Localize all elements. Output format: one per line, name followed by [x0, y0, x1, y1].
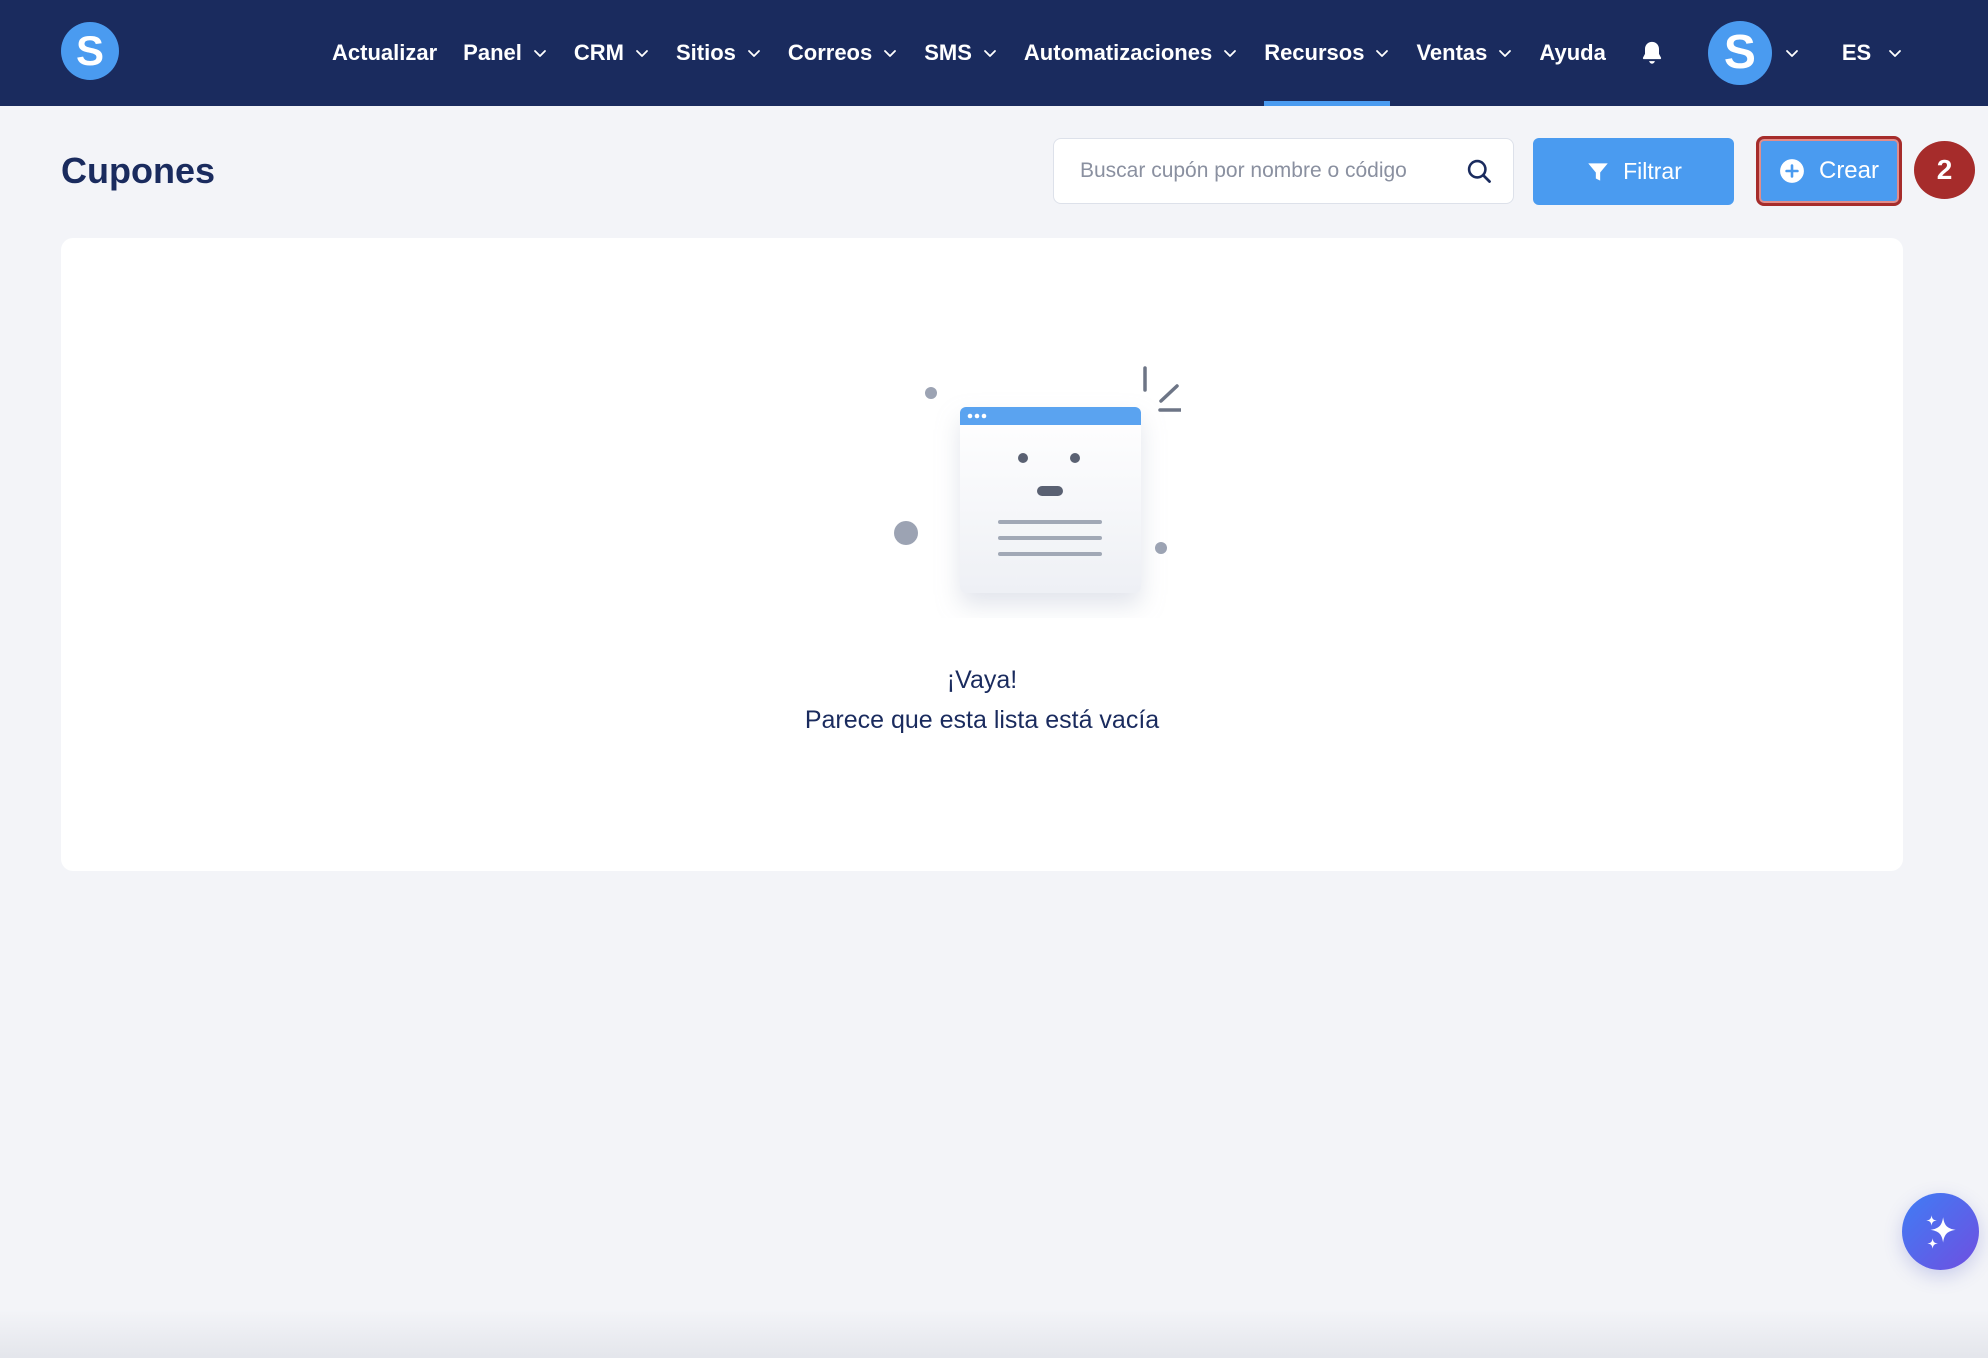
- bottom-shadow: [0, 1310, 1988, 1358]
- search-box: [1053, 138, 1514, 204]
- chevron-down-icon: [1376, 50, 1389, 57]
- chevron-down-icon: [1785, 50, 1798, 57]
- nav-item-label: Recursos: [1264, 40, 1365, 65]
- empty-state-title: ¡Vaya!: [946, 666, 1018, 694]
- create-button-label: Crear: [1818, 157, 1879, 184]
- filter-button-label: Filtrar: [1623, 158, 1682, 184]
- nav-item-label: Panel: [463, 40, 522, 65]
- sparkles-icon: [1925, 1214, 1956, 1249]
- main-menu: Actualizar Panel CRM Sitios Correos SMS …: [332, 0, 1903, 106]
- create-button[interactable]: Crear: [1756, 136, 1902, 206]
- nav-item-label: Ayuda: [1539, 40, 1606, 65]
- nav-item-label: Actualizar: [332, 40, 438, 65]
- nav-item-label: CRM: [573, 40, 624, 65]
- search-icon[interactable]: [1465, 157, 1493, 185]
- nav-item-ayuda[interactable]: Ayuda: [1539, 0, 1605, 106]
- nav-item-label: SMS: [924, 40, 972, 65]
- avatar-letter: S: [1723, 26, 1756, 79]
- bell-icon[interactable]: [1638, 39, 1666, 67]
- search-input[interactable]: [1080, 159, 1465, 183]
- empty-list-illustration: [894, 366, 1181, 593]
- plus-circle-icon: [1780, 159, 1804, 183]
- ai-assistant-button[interactable]: [1902, 1193, 1979, 1270]
- nav-item-label: Correos: [787, 40, 873, 65]
- chevron-down-icon: [533, 50, 546, 57]
- nav-item-label: Sitios: [675, 40, 736, 65]
- chevron-down-icon: [1889, 50, 1902, 57]
- page-title: Cupones: [61, 150, 216, 191]
- chevron-down-icon: [1224, 50, 1237, 57]
- chevron-down-icon: [1499, 50, 1512, 57]
- chevron-down-icon: [747, 50, 760, 57]
- filter-icon: [1588, 162, 1608, 181]
- nav-item-crm[interactable]: CRM: [574, 0, 650, 106]
- empty-state-subtitle: Parece que esta lista está vacía: [804, 706, 1160, 734]
- chevron-down-icon: [984, 50, 996, 57]
- filter-button[interactable]: Filtrar: [1533, 138, 1734, 205]
- nav-item-actualizar[interactable]: Actualizar: [332, 0, 437, 106]
- nav-item-automatizaciones[interactable]: Automatizaciones: [1024, 0, 1238, 106]
- bell-glyph: [1642, 41, 1661, 64]
- user-menu[interactable]: S: [1707, 21, 1800, 85]
- nav-item-correos[interactable]: Correos: [788, 0, 898, 106]
- nav-item-sitios[interactable]: Sitios: [676, 0, 762, 106]
- nav-item-panel[interactable]: Panel: [463, 0, 548, 106]
- nav-item-recursos[interactable]: Recursos: [1264, 0, 1391, 106]
- language-label: ES: [1841, 40, 1872, 65]
- nav-item-label: Ventas: [1416, 40, 1488, 65]
- nav-item-sms[interactable]: SMS: [924, 0, 998, 106]
- nav-item-label: Automatizaciones: [1023, 40, 1213, 65]
- top-navigation: S Actualizar Panel CRM Sitios Correos SM…: [0, 0, 1988, 106]
- avatar: S: [1707, 21, 1772, 85]
- language-selector[interactable]: ES: [1842, 40, 1903, 66]
- nav-item-ventas[interactable]: Ventas: [1416, 0, 1513, 106]
- step-badge: 2: [1914, 141, 1975, 199]
- brand-logo[interactable]: S: [61, 22, 119, 80]
- brand-logo-letter: S: [75, 27, 104, 74]
- chevron-down-icon: [636, 50, 648, 57]
- chevron-down-icon: [884, 50, 897, 57]
- coupons-list-card: ¡Vaya! Parece que esta lista está vacía: [61, 238, 1903, 871]
